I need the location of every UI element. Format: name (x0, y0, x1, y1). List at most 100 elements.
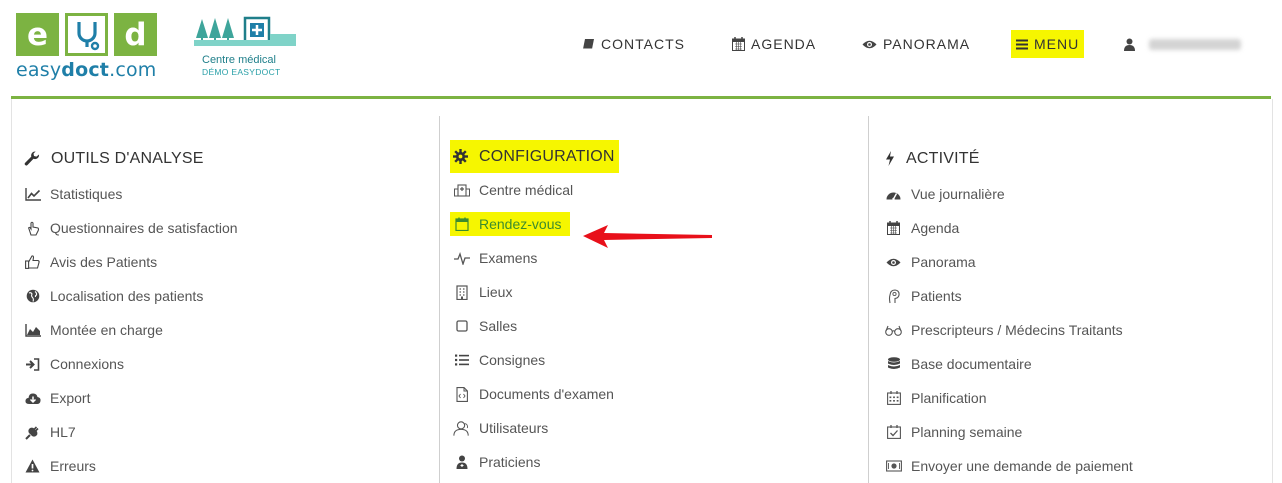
calendar-check-icon (885, 425, 902, 440)
eye-icon (862, 39, 877, 50)
menu-item-label: Avis des Patients (50, 254, 158, 270)
configuration-heading: CONFIGURATION (450, 140, 619, 173)
nav-agenda[interactable]: AGENDA (732, 30, 816, 58)
calendar-icon (885, 221, 902, 236)
menu-item-statistiques[interactable]: Statistiques (24, 177, 238, 211)
activity-title: ACTIVITÉ (906, 149, 980, 167)
menu-item-label: Panorama (911, 254, 976, 270)
menu-item-lieux[interactable]: Lieux (453, 275, 619, 309)
nav-menu[interactable]: MENU (1011, 30, 1085, 58)
menu-item-label: Erreurs (50, 458, 96, 474)
user-name-blurred (1149, 38, 1241, 50)
area-chart-icon (24, 323, 41, 338)
menu-item-base-documentaire[interactable]: Base documentaire (885, 347, 1133, 381)
menu-item-montee-charge[interactable]: Montée en charge (24, 313, 238, 347)
menu-item-label: Connexions (50, 356, 124, 372)
menu-item-avis-patients[interactable]: Avis des Patients (24, 245, 238, 279)
money-icon (885, 459, 902, 474)
menu-item-planning-semaine[interactable]: Planning semaine (885, 415, 1133, 449)
clinic-logo: Centre médical DÉMO EASYDOCT (194, 16, 296, 78)
menu-item-planification[interactable]: Planification (885, 381, 1133, 415)
thumb-pointer-icon (24, 221, 41, 236)
menu-item-label: Praticiens (479, 454, 541, 470)
patient-icon (885, 288, 902, 304)
warning-icon (24, 459, 41, 474)
calendar-grid-icon (885, 391, 902, 406)
menu-item-salles[interactable]: Salles (453, 309, 619, 343)
menu-item-label: Patients (911, 288, 962, 304)
menu-item-label: Salles (479, 318, 518, 334)
database-icon (885, 357, 902, 372)
column-analysis: OUTILS D'ANALYSE Statistiques Questionna… (24, 140, 238, 483)
menu-item-label: Montée en charge (50, 322, 163, 338)
menu-item-export[interactable]: Export (24, 381, 238, 415)
menu-item-label: Centre médical (479, 182, 574, 198)
menu-item-label: Rendez-vous (479, 216, 562, 232)
menu-item-label: Base documentaire (911, 356, 1032, 372)
menu-item-centre-medical[interactable]: Centre médical (453, 173, 619, 207)
column-activity: ACTIVITÉ Vue journalière Agenda Panorama… (885, 140, 1133, 483)
menu-item-label: Localisation des patients (50, 288, 204, 304)
logo-tile-d: d (114, 13, 157, 56)
nav-user[interactable] (1124, 30, 1241, 58)
nav-agenda-label: AGENDA (751, 36, 817, 52)
menu-item-label: Export (50, 390, 91, 406)
menu-item-questionnaires[interactable]: Questionnaires de satisfaction (24, 211, 238, 245)
glasses-icon (885, 323, 902, 338)
calendar-icon (732, 37, 745, 51)
menu-item-label: Consignes (479, 352, 546, 368)
easydoct-logo[interactable]: e d easydoct.com (16, 13, 162, 83)
menu-item-erreurs[interactable]: Erreurs (24, 449, 238, 483)
analysis-heading: OUTILS D'ANALYSE (24, 140, 238, 177)
annotation-arrow-icon (583, 225, 712, 248)
calendar-icon (453, 217, 470, 232)
column-divider (868, 116, 869, 483)
nav-panorama-label: PANORAMA (883, 36, 971, 52)
stethoscope-icon (65, 13, 108, 56)
menu-item-label: Utilisateurs (479, 420, 549, 436)
building-icon (453, 284, 470, 300)
users-icon (453, 420, 470, 436)
cloud-download-icon (24, 391, 41, 406)
hospital-icon (453, 183, 470, 198)
menu-item-connexions[interactable]: Connexions (24, 347, 238, 381)
list-icon (453, 353, 470, 368)
menu-item-praticiens[interactable]: Praticiens (453, 445, 619, 479)
menu-item-localisation[interactable]: Localisation des patients (24, 279, 238, 313)
menu-item-hl7[interactable]: HL7 (24, 415, 238, 449)
sign-in-icon (24, 357, 41, 372)
menu-item-label: Envoyer une demande de paiement (911, 458, 1133, 474)
nav-panorama[interactable]: PANORAMA (862, 30, 970, 58)
menu-item-panorama[interactable]: Panorama (885, 245, 1133, 279)
menu-item-demande-paiement[interactable]: Envoyer une demande de paiement (885, 449, 1133, 483)
menu-item-label: Planning semaine (911, 424, 1023, 440)
gear-icon (453, 149, 468, 164)
nav-contacts[interactable]: CONTACTS (582, 30, 685, 58)
clinic-name: Centre médical (202, 54, 276, 66)
book-icon (582, 38, 595, 51)
menu-item-label: Statistiques (50, 186, 123, 202)
menu-item-documents-examen[interactable]: Documents d'examen (453, 377, 619, 411)
menu-item-rendez-vous[interactable]: Rendez-vous (450, 212, 570, 236)
menu-item-label: Lieux (479, 284, 513, 300)
menu-item-patients[interactable]: Patients (885, 279, 1133, 313)
menu-item-label: Vue journalière (911, 186, 1005, 202)
menu-item-label: Questionnaires de satisfaction (50, 220, 238, 236)
menu-item-label: Planification (911, 390, 987, 406)
menu-item-agenda[interactable]: Agenda (885, 211, 1133, 245)
menu-item-prescripteurs[interactable]: Prescripteurs / Médecins Traitants (885, 313, 1133, 347)
doctor-icon (453, 455, 470, 470)
menu-item-vue-journaliere[interactable]: Vue journalière (885, 177, 1133, 211)
logo-wordmark: easydoct.com (16, 59, 157, 81)
bars-icon (1016, 39, 1028, 50)
menu-item-consignes[interactable]: Consignes (453, 343, 619, 377)
activity-heading: ACTIVITÉ (885, 140, 1133, 177)
menu-item-label: Examens (479, 250, 538, 266)
configuration-title: CONFIGURATION (479, 147, 615, 165)
menu-item-utilisateurs[interactable]: Utilisateurs (453, 411, 619, 445)
menu-item-label: Documents d'examen (479, 386, 614, 402)
clinic-emblem-icon (194, 16, 296, 46)
column-divider (439, 116, 440, 483)
menu-item-label: Agenda (911, 220, 960, 236)
menu-item-label: Prescripteurs / Médecins Traitants (911, 322, 1123, 338)
